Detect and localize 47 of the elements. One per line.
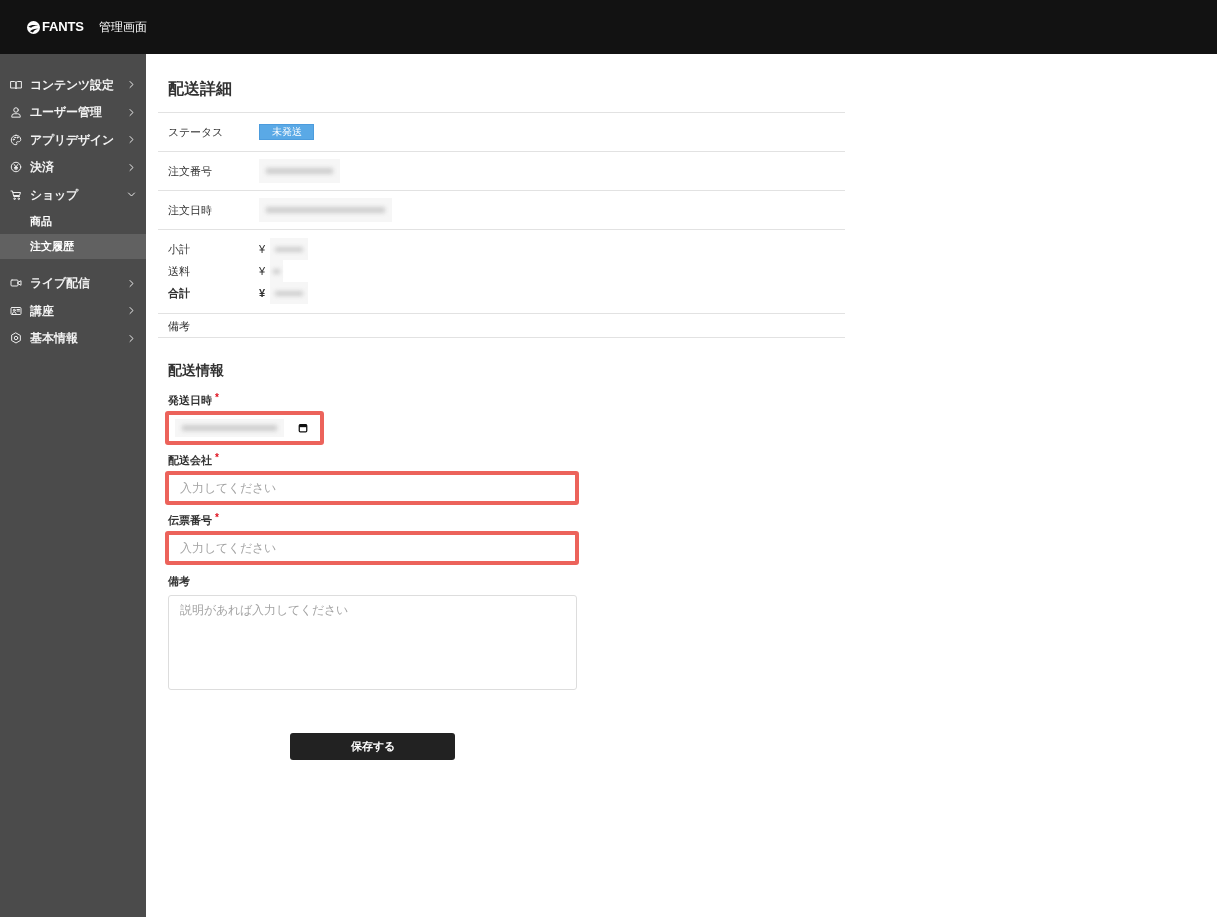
date-field[interactable] bbox=[165, 411, 324, 445]
amount-label: 小計 bbox=[168, 242, 191, 256]
status-badge: 未発送 bbox=[259, 124, 314, 140]
save-button[interactable]: 保存する bbox=[290, 733, 455, 760]
text-field[interactable]: 入力してください bbox=[165, 471, 579, 505]
app-title: 管理画面 bbox=[98, 19, 147, 35]
section-title: 配送詳細 bbox=[168, 79, 232, 99]
sidebar-item[interactable]: アプリデザイン bbox=[0, 126, 146, 154]
sidebar-item[interactable]: 講座 bbox=[0, 297, 146, 325]
currency-symbol: ¥ bbox=[259, 265, 267, 277]
detail-label: ステータス bbox=[168, 125, 224, 139]
detail-label: 注文日時 bbox=[168, 203, 213, 217]
sidebar-item[interactable]: ショップ bbox=[0, 181, 146, 209]
book-icon bbox=[10, 78, 22, 91]
person-icon bbox=[10, 106, 22, 119]
settings-icon bbox=[10, 332, 22, 345]
sidebar-item[interactable]: コンテンツ設定 bbox=[0, 71, 146, 99]
logo-text: FANTS bbox=[42, 19, 84, 35]
logo-icon bbox=[27, 20, 40, 34]
textarea-field[interactable]: 説明があれば入力してください bbox=[168, 595, 577, 690]
field-label: 備考 bbox=[168, 574, 190, 589]
field-label: 発送日時 bbox=[168, 393, 212, 408]
currency-symbol: ¥ bbox=[259, 243, 267, 255]
calendar-icon bbox=[298, 423, 308, 433]
sidebar-subitem[interactable]: 商品 bbox=[0, 208, 146, 234]
amount-label: 送料 bbox=[168, 264, 191, 278]
yen-coin-icon bbox=[10, 161, 22, 174]
amount-label: 合計 bbox=[168, 286, 191, 300]
sidebar-item[interactable]: 基本情報 bbox=[0, 324, 146, 352]
currency-symbol: ¥ bbox=[259, 287, 267, 299]
sidebar-subitem[interactable]: 注文履歴 bbox=[0, 233, 146, 259]
text-field[interactable]: 入力してください bbox=[165, 531, 579, 565]
field-label: 配送会社 bbox=[168, 453, 212, 468]
sidebar-item[interactable]: ライブ配信 bbox=[0, 269, 146, 297]
detail-label: 備考 bbox=[168, 318, 191, 333]
section-title: 配送情報 bbox=[168, 361, 224, 380]
detail-label: 注文番号 bbox=[168, 164, 213, 178]
required-mark: * bbox=[215, 392, 219, 404]
field-label: 伝票番号 bbox=[168, 513, 212, 528]
cart-icon bbox=[10, 188, 22, 201]
video-camera-icon bbox=[10, 277, 22, 290]
board-icon bbox=[10, 304, 22, 317]
sidebar-item[interactable]: ユーザー管理 bbox=[0, 98, 146, 126]
palette-icon bbox=[10, 133, 22, 146]
required-mark: * bbox=[215, 512, 219, 524]
required-mark: * bbox=[215, 452, 219, 464]
sidebar-item[interactable]: 決済 bbox=[0, 153, 146, 181]
